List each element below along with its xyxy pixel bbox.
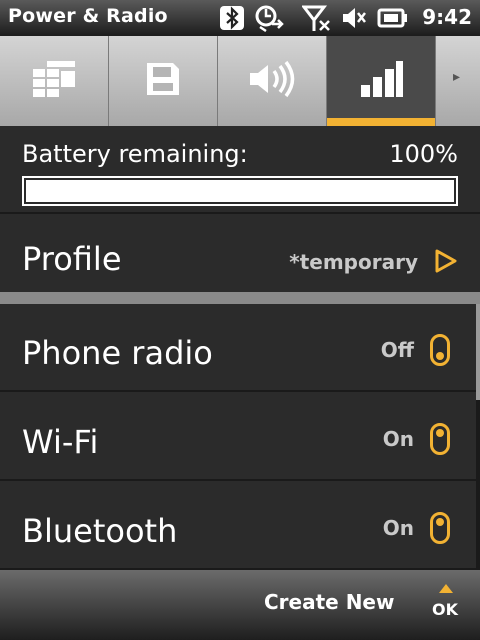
scrollbar[interactable] [476, 304, 480, 570]
status-bar: Power & Radio 9:42 [0, 0, 480, 36]
ok-button[interactable]: OK [428, 580, 464, 630]
scrollbar-thumb[interactable] [476, 304, 480, 400]
tab-power-radio[interactable] [327, 36, 436, 126]
toggle-switch-icon[interactable] [430, 334, 450, 366]
connection-sync-icon[interactable] [252, 4, 286, 32]
app-title: Power & Radio [8, 5, 168, 27]
settings-tab-strip: ▸ [0, 36, 480, 126]
radio-label: Wi-Fi [22, 423, 99, 461]
signal-off-icon[interactable] [302, 4, 332, 32]
profile-value: *temporary [289, 250, 418, 274]
bluetooth-icon[interactable] [218, 4, 246, 32]
chevron-right-icon: ▸ [453, 69, 461, 85]
radio-label: Bluetooth [22, 512, 178, 550]
battery-charging-icon[interactable] [376, 4, 410, 32]
speaker-muted-icon[interactable] [340, 4, 368, 32]
profile-row[interactable]: Profile *temporary [0, 214, 480, 292]
play-arrow-icon[interactable] [434, 248, 458, 274]
active-tab-indicator [327, 118, 435, 126]
list-icon [33, 61, 75, 97]
softkey-bar: Create New OK [0, 570, 480, 640]
tab-general[interactable] [0, 36, 109, 126]
tab-scroll-right-button[interactable]: ▸ [436, 36, 480, 126]
speaker-icon [250, 60, 295, 98]
battery-value: 100% [389, 140, 458, 168]
radio-row-bluetooth[interactable]: Bluetooth On [0, 482, 476, 570]
radio-state: Off [380, 338, 414, 362]
memory-card-icon [147, 63, 179, 95]
signal-bars-icon [361, 61, 403, 97]
tab-sounds[interactable] [218, 36, 327, 126]
radio-state: On [382, 516, 414, 540]
radio-row-wifi[interactable]: Wi-Fi On [0, 393, 476, 481]
radio-row-phone[interactable]: Phone radio Off [0, 304, 476, 392]
tab-storage[interactable] [109, 36, 218, 126]
toggle-switch-icon[interactable] [430, 512, 450, 544]
ok-label: OK [432, 600, 458, 619]
radio-label: Phone radio [22, 334, 213, 372]
radio-list: Phone radio Off Wi-Fi On Bluetooth On [0, 304, 480, 570]
toggle-switch-icon[interactable] [430, 423, 450, 455]
caret-up-icon [439, 584, 453, 593]
battery-label: Battery remaining: [22, 140, 248, 168]
profile-label: Profile [22, 240, 122, 278]
battery-section: Battery remaining: 100% [0, 126, 480, 214]
section-divider [0, 292, 480, 304]
battery-level-bar [22, 176, 458, 206]
battery-level-fill [26, 180, 454, 202]
create-new-button[interactable]: Create New [264, 590, 394, 614]
radio-state: On [382, 427, 414, 451]
clock[interactable]: 9:42 [422, 5, 472, 29]
